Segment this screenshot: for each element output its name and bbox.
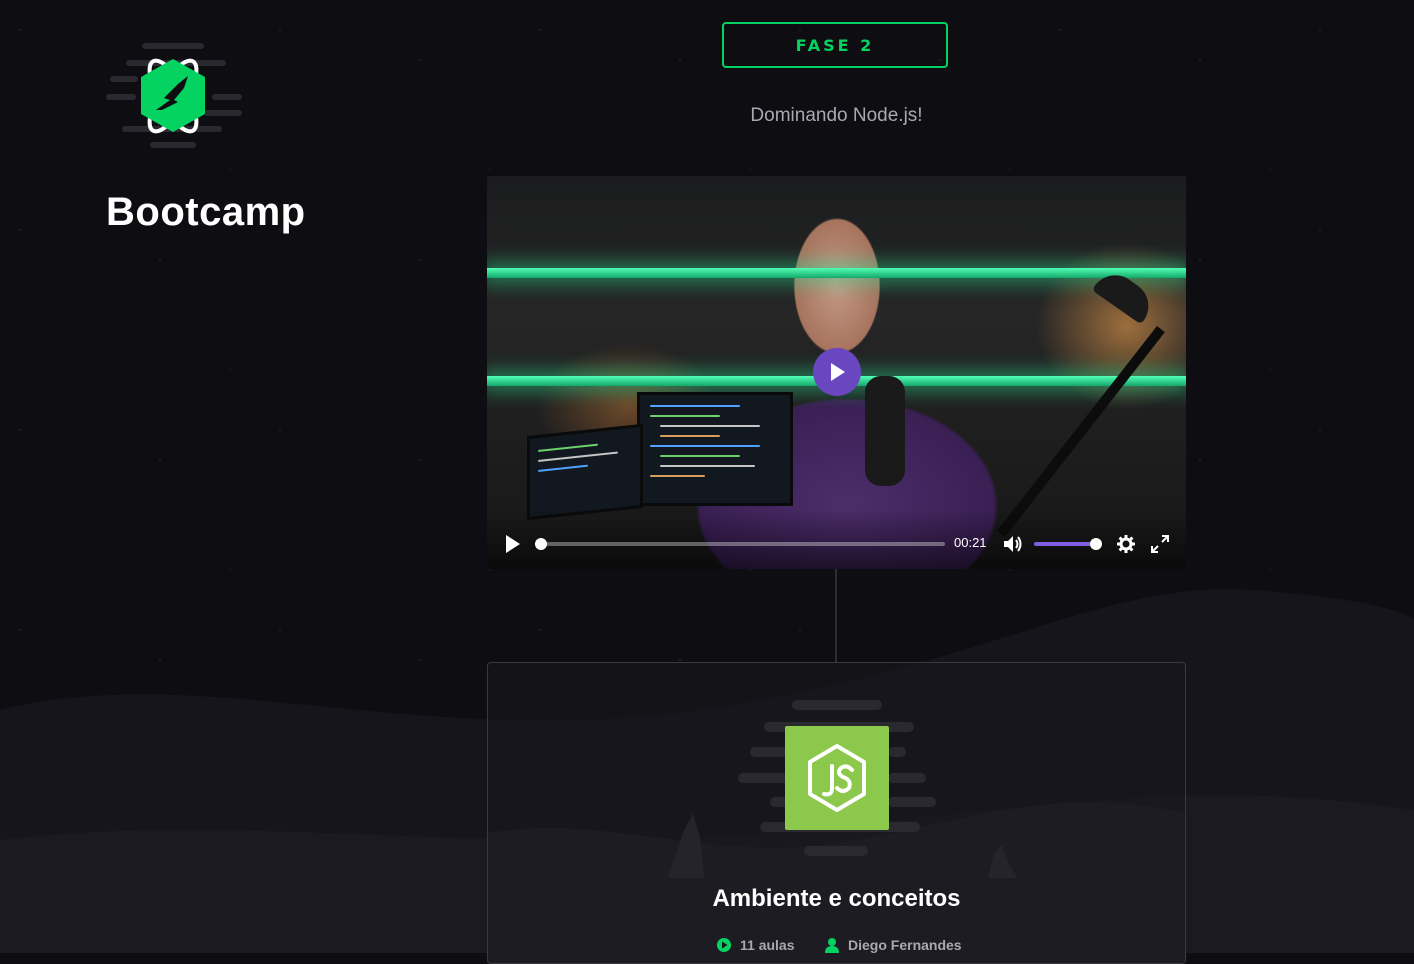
video-play-button[interactable] — [505, 535, 521, 556]
timeline-connector — [835, 569, 837, 662]
brand-title: Bootcamp — [106, 190, 306, 234]
module-card[interactable]: Ambiente e conceitos 11 aulas Diego Fern… — [487, 662, 1186, 964]
phase-subtitle: Dominando Node.js! — [750, 105, 923, 126]
module-lessons: 11 aulas — [716, 937, 795, 953]
video-monitor — [637, 392, 793, 506]
module-title: Ambiente e conceitos — [712, 885, 961, 912]
video-microphone — [865, 376, 905, 486]
user-icon — [825, 938, 839, 953]
video-volume-slider[interactable] — [1034, 538, 1102, 550]
video-shelf-light — [487, 268, 1186, 278]
video-volume-knob[interactable] — [1090, 538, 1102, 550]
module-author-name: Diego Fernandes — [848, 937, 962, 953]
video-fullscreen-button[interactable] — [1151, 535, 1169, 556]
bootcamp-logo-icon — [106, 43, 242, 148]
video-play-overlay-button[interactable] — [813, 348, 861, 396]
video-settings-button[interactable] — [1117, 535, 1135, 556]
video-current-time: 00:21 — [954, 535, 987, 550]
module-icon-tile — [785, 726, 889, 830]
fullscreen-icon — [1151, 535, 1169, 553]
play-icon — [831, 363, 845, 381]
video-player[interactable]: 00:21 — [487, 176, 1186, 569]
module-author: Diego Fernandes — [824, 937, 962, 953]
gear-icon — [1117, 535, 1135, 553]
video-mic-arm — [996, 326, 1165, 538]
video-monitor — [527, 423, 643, 521]
volume-icon — [1004, 536, 1022, 552]
play-circle-icon — [717, 938, 731, 952]
video-mute-button[interactable] — [1003, 535, 1023, 556]
video-progress-bar[interactable] — [535, 538, 945, 550]
video-progress-knob[interactable] — [535, 538, 547, 550]
play-icon — [506, 535, 520, 553]
phase-button[interactable]: FASE 2 — [722, 22, 948, 68]
nodejs-icon — [808, 744, 866, 812]
module-lessons-count: 11 aulas — [740, 937, 795, 953]
video-controls: 00:21 — [487, 509, 1186, 569]
